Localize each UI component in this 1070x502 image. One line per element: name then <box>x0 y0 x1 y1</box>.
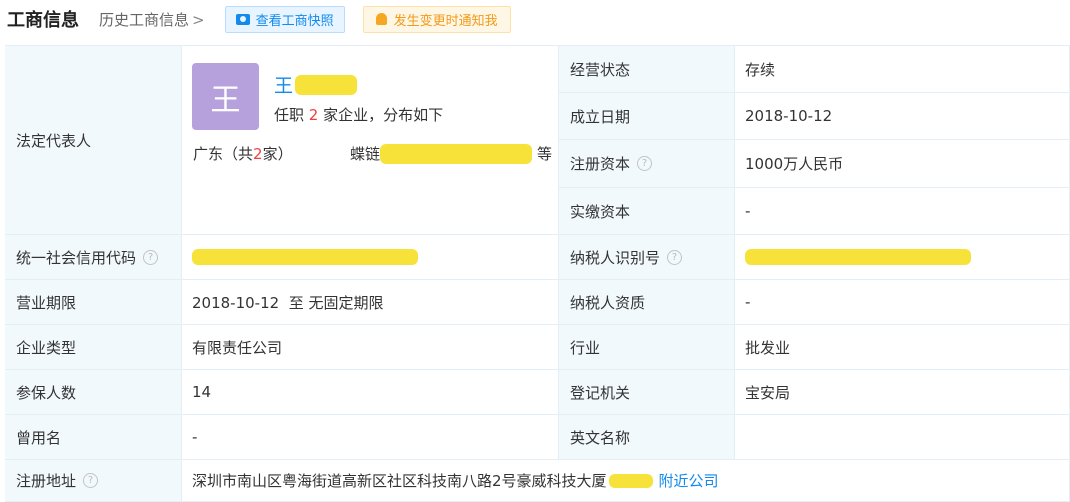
industry-label-cell: 行业 <box>559 325 735 370</box>
taxpayer-id-value-cell <box>735 235 1070 280</box>
credit-code-value-cell <box>182 235 559 280</box>
former-name-value-cell: - <box>182 415 559 460</box>
paid-capital-value: - <box>745 202 751 220</box>
taxpayer-id-label: 纳税人识别号 <box>570 248 661 267</box>
address-label: 注册地址 <box>16 472 77 490</box>
notify-button[interactable]: 发生变更时通知我 <box>362 5 511 33</box>
positions-suffix: 家企业，分布如下 <box>323 106 444 124</box>
redaction-mark <box>608 473 653 488</box>
term-value: 2018-10-12 至 无固定期限 <box>192 293 384 312</box>
positions-count: 2 <box>308 106 319 124</box>
industry-value-cell: 批发业 <box>735 325 1070 370</box>
status-label-cell: 经营状态 <box>559 46 735 93</box>
insured-label-cell: 参保人数 <box>5 370 182 415</box>
legal-rep-positions: 任职 2 家企业，分布如下 <box>274 104 443 125</box>
term-label: 营业期限 <box>16 293 77 312</box>
status-label: 经营状态 <box>570 60 631 79</box>
legal-rep-name[interactable]: 王 <box>274 71 358 98</box>
notify-button-label: 发生变更时通知我 <box>393 13 498 29</box>
tax-qualification-label: 纳税人资质 <box>570 293 646 312</box>
authority-label: 登记机关 <box>570 383 631 402</box>
snapshot-button[interactable]: 查看工商快照 <box>224 5 345 33</box>
bell-icon <box>375 13 387 25</box>
capital-label: 注册资本 <box>570 155 631 173</box>
tax-qualification-value-cell: - <box>735 280 1070 325</box>
term-label-cell: 营业期限 <box>5 280 182 325</box>
legal-rep-label-cell: 法定代表人 <box>5 46 182 235</box>
industry-value: 批发业 <box>745 338 791 357</box>
info-table: 法定代表人 王 王 任职 2 家企业，分布如下 广东（共2家） 蝶链 等 经营状… <box>5 45 1070 502</box>
founded-label-cell: 成立日期 <box>559 93 735 140</box>
capital-value-cell: 1000万人民币 <box>735 140 1070 188</box>
english-name-label-cell: 英文名称 <box>559 415 735 460</box>
section-title: 工商信息 <box>7 10 79 31</box>
founded-value-cell: 2018-10-12 <box>735 93 1070 140</box>
avatar[interactable]: 王 <box>192 63 259 130</box>
insured-value-cell: 14 <box>182 370 559 415</box>
term-value-cell: 2018-10-12 至 无固定期限 <box>182 280 559 325</box>
former-name-value: - <box>192 428 198 446</box>
legal-rep-region[interactable]: 广东（共2家） <box>193 143 293 164</box>
region-suffix: 家） <box>262 145 293 163</box>
positions-prefix: 任职 <box>274 106 305 124</box>
company-type-value-cell: 有限责任公司 <box>182 325 559 370</box>
nearby-companies-link[interactable]: 附近公司 <box>659 470 719 491</box>
legal-rep-company-link[interactable]: 蝶链 <box>350 143 533 164</box>
insured-value: 14 <box>192 383 212 401</box>
industry-label: 行业 <box>570 338 601 357</box>
credit-code-label-cell: 统一社会信用代码 ? <box>5 235 182 280</box>
address-value-cell: 深圳市南山区粤海街道高新区社区科技南八路2号豪威科技大厦 附近公司 <box>182 460 1070 502</box>
redaction-mark <box>192 249 418 265</box>
authority-label-cell: 登记机关 <box>559 370 735 415</box>
former-name-label: 曾用名 <box>16 428 62 447</box>
paid-capital-label: 实缴资本 <box>570 202 631 221</box>
company-prefix: 蝶链 <box>350 145 381 163</box>
help-icon[interactable]: ? <box>143 249 159 265</box>
history-link[interactable]: 历史工商信息 > <box>99 9 205 30</box>
section-header: 工商信息 历史工商信息 > 查看工商快照 发生变更时通知我 <box>0 0 1070 38</box>
company-type-label: 企业类型 <box>16 338 77 357</box>
tax-qualification-label-cell: 纳税人资质 <box>559 280 735 325</box>
capital-value: 1000万人民币 <box>745 155 844 173</box>
taxpayer-id-label-cell: 纳税人识别号 ? <box>559 235 735 280</box>
insured-label: 参保人数 <box>16 383 77 402</box>
region-prefix: 广东（共 <box>193 145 254 163</box>
status-value-cell: 存续 <box>735 46 1070 93</box>
history-link-label: 历史工商信息 <box>99 10 190 29</box>
region-count: 2 <box>253 145 263 163</box>
snapshot-button-label: 查看工商快照 <box>255 13 334 29</box>
help-icon[interactable]: ? <box>83 473 99 488</box>
legal-rep-etc: 等 <box>537 145 553 163</box>
founded-label: 成立日期 <box>570 107 631 126</box>
authority-value: 宝安局 <box>745 383 791 402</box>
legal-rep-surname: 王 <box>274 75 294 97</box>
company-type-label-cell: 企业类型 <box>5 325 182 370</box>
founded-value: 2018-10-12 <box>745 107 833 125</box>
legal-rep-label: 法定代表人 <box>16 131 92 150</box>
redaction-mark <box>745 249 971 265</box>
chevron-right-icon: > <box>192 10 205 29</box>
paid-capital-value-cell: - <box>735 188 1070 235</box>
status-value: 存续 <box>745 60 776 79</box>
credit-code-label: 统一社会信用代码 <box>16 248 137 267</box>
help-icon[interactable]: ? <box>667 249 683 265</box>
company-type-value: 有限责任公司 <box>192 338 283 357</box>
address-label-cell: 注册地址 ? <box>5 460 182 502</box>
paid-capital-label-cell: 实缴资本 <box>559 188 735 235</box>
address-value: 深圳市南山区粤海街道高新区社区科技南八路2号豪威科技大厦 <box>192 472 607 490</box>
help-icon[interactable]: ? <box>637 156 653 171</box>
redaction-mark <box>380 143 533 164</box>
authority-value-cell: 宝安局 <box>735 370 1070 415</box>
english-name-value-cell <box>735 415 1070 460</box>
capital-label-cell: 注册资本 ? <box>559 140 735 188</box>
english-name-label: 英文名称 <box>570 428 631 447</box>
tax-qualification-value: - <box>745 293 751 311</box>
redaction-mark <box>295 74 358 95</box>
camera-icon <box>235 13 250 25</box>
former-name-label-cell: 曾用名 <box>5 415 182 460</box>
